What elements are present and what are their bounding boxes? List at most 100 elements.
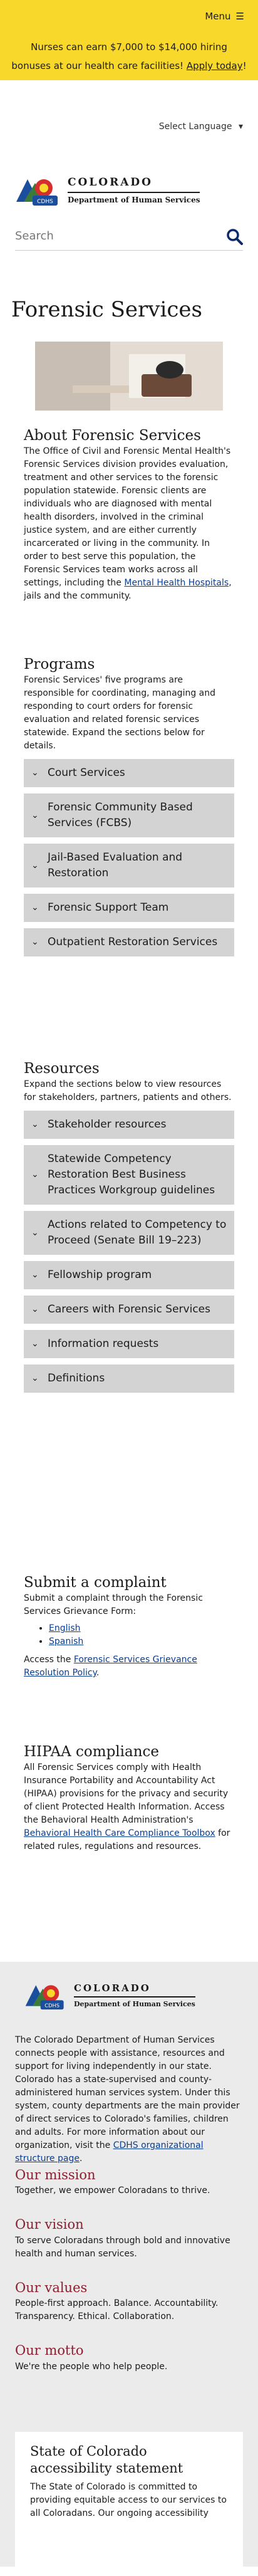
banner-tail: ! xyxy=(242,60,247,71)
vision-text: To serve Coloradans through bold and inn… xyxy=(15,2235,230,2259)
accordion-stakeholder-resources[interactable]: ⌄ Stakeholder resources xyxy=(24,1111,234,1139)
accordion-support-team[interactable]: ⌄ Forensic Support Team xyxy=(24,894,234,922)
grievance-form-links: English Spanish xyxy=(24,1622,234,1648)
accessibility-heading: State of Colorado accessibility statemen… xyxy=(30,2444,183,2476)
footer-logo-title: COLORADO xyxy=(74,1982,195,1998)
about-heading: About Forensic Services xyxy=(24,427,201,444)
banner-text: Nurses can earn $7,000 to $14,000 hiring… xyxy=(11,38,247,75)
accordion-label: Forensic Support Team xyxy=(48,901,169,914)
apply-today-link[interactable]: Apply today xyxy=(187,60,243,71)
search-input[interactable]: Search xyxy=(15,228,227,244)
hipaa-body: All Forensic Services comply with Health… xyxy=(24,1762,229,1825)
hipaa-text: All Forensic Services comply with Health… xyxy=(24,1761,234,1853)
accordion-label: Statewide Competency Restoration Best Bu… xyxy=(48,1153,215,1196)
english-form-link[interactable]: English xyxy=(49,1623,81,1633)
footer-values: Our mission Together, we empower Colorad… xyxy=(15,2165,240,2374)
values-heading: Our values xyxy=(15,2280,88,2295)
chevron-down-icon: ⌄ xyxy=(31,1270,39,1280)
logo-title: COLORADO xyxy=(68,175,200,194)
accordion-label: Court Services xyxy=(48,767,125,779)
programs-section: Programs Forensic Services' five program… xyxy=(24,655,234,956)
accessibility-card: State of Colorado accessibility statemen… xyxy=(15,2432,243,2576)
colorado-mountain-logo-icon: CDHS xyxy=(25,1985,64,2010)
chevron-down-icon: ⌄ xyxy=(31,937,39,947)
logo-wordmark: COLORADO Department of Human Services xyxy=(68,175,200,206)
menu-label: Menu xyxy=(205,11,231,22)
search-bar[interactable]: Search xyxy=(15,223,243,251)
chevron-down-icon: ⌄ xyxy=(31,1119,39,1129)
accordion-outpatient-restoration[interactable]: ⌄ Outpatient Restoration Services xyxy=(24,928,234,956)
footer-logo[interactable]: CDHS COLORADO Department of Human Servic… xyxy=(25,1981,195,2011)
programs-text: Forensic Services' five programs are res… xyxy=(24,675,216,751)
accordion-careers[interactable]: ⌄ Careers with Forensic Services xyxy=(24,1296,234,1324)
cdhs-logo[interactable]: CDHS COLORADO Department of Human Servic… xyxy=(16,174,200,207)
accordion-senate-bill[interactable]: ⌄ Actions related to Competency to Procee… xyxy=(24,1211,234,1255)
accordion-label: Outpatient Restoration Services xyxy=(48,936,218,948)
policy-text: Access the Forensic Services Grievance R… xyxy=(24,1653,234,1680)
hipaa-heading: HIPAA compliance xyxy=(24,1744,160,1760)
logo-badge: CDHS xyxy=(37,199,53,205)
footer-logo-subtitle: Department of Human Services xyxy=(74,2000,195,2009)
search-icon[interactable] xyxy=(227,228,243,245)
accessibility-text: The State of Colorado is committed to pr… xyxy=(30,2482,227,2518)
accordion-label: Actions related to Competency to Proceed… xyxy=(48,1218,227,1247)
resources-text: Expand the sections below to view resour… xyxy=(24,1079,232,1102)
policy-prefix: Access the xyxy=(24,1655,74,1665)
motto-heading: Our motto xyxy=(15,2343,84,2359)
page-title: Forensic Services xyxy=(11,297,203,322)
resources-section: Resources Expand the sections below to v… xyxy=(24,1059,234,1393)
mission-text: Together, we empower Coloradans to thriv… xyxy=(15,2186,210,2196)
about-text: The Office of Civil and Forensic Mental … xyxy=(24,445,234,603)
accordion-fellowship[interactable]: ⌄ Fellowship program xyxy=(24,1261,234,1289)
footer-description-text: The Colorado Department of Human Service… xyxy=(15,2035,240,2150)
accordion-label: Definitions xyxy=(48,1372,105,1385)
compliance-toolbox-link[interactable]: Behavioral Health Care Compliance Toolbo… xyxy=(24,1828,215,1838)
accordion-label: Jail-Based Evaluation and Restoration xyxy=(48,851,183,879)
accordion-court-services[interactable]: ⌄ Court Services xyxy=(24,759,234,787)
chevron-down-icon: ⌄ xyxy=(31,1373,39,1383)
footer-logo-wordmark: COLORADO Department of Human Services xyxy=(74,1982,195,2010)
values-text: People-first approach. Balance. Accounta… xyxy=(15,2298,219,2322)
footer-description-tail: . xyxy=(79,2154,83,2164)
accordion-information-requests[interactable]: ⌄ Information requests xyxy=(24,1330,234,1358)
mental-health-hospitals-link[interactable]: Mental Health Hospitals xyxy=(124,578,229,588)
accordion-label: Careers with Forensic Services xyxy=(48,1303,210,1316)
chevron-down-icon: ⌄ xyxy=(31,1339,39,1349)
accordion-fcbs[interactable]: ⌄ Forensic Community Based Services (FCBS… xyxy=(24,793,234,837)
colorado-mountain-logo-icon: CDHS xyxy=(16,179,58,206)
hiring-banner: Menu ☰ Nurses can earn $7,000 to $14,000… xyxy=(0,0,258,80)
accordion-label: Fellowship program xyxy=(48,1269,152,1281)
accordion-best-practices[interactable]: ⌄ Statewide Competency Restoration Best B… xyxy=(24,1145,234,1205)
language-select[interactable]: Select Language ▾ xyxy=(159,120,243,133)
hero-image xyxy=(35,342,223,411)
accordion-definitions[interactable]: ⌄ Definitions xyxy=(24,1364,234,1393)
language-label: Select Language xyxy=(158,122,232,132)
complaint-text: Submit a complaint through the Forensic … xyxy=(24,1593,203,1616)
accordion-label: Information requests xyxy=(48,1338,159,1350)
programs-heading: Programs xyxy=(24,656,95,673)
complaint-heading: Submit a complaint xyxy=(24,1574,167,1591)
motto-text: We're the people who help people. xyxy=(15,2361,168,2372)
resources-heading: Resources xyxy=(24,1060,100,1077)
hamburger-icon: ☰ xyxy=(235,11,244,22)
mission-heading: Our mission xyxy=(15,2167,96,2182)
about-section: About Forensic Services The Office of Ci… xyxy=(24,426,234,603)
footer-description: The Colorado Department of Human Service… xyxy=(15,2034,240,2165)
chevron-down-icon: ⌄ xyxy=(31,810,39,820)
vision-heading: Our vision xyxy=(15,2217,84,2233)
menu-button[interactable]: Menu ☰ xyxy=(205,10,244,24)
chevron-down-icon: ⌄ xyxy=(31,768,39,778)
accordion-label: Stakeholder resources xyxy=(48,1118,167,1131)
chevron-down-icon: ⌄ xyxy=(31,1227,39,1238)
chevron-down-icon: ⌄ xyxy=(31,1170,39,1180)
chevron-down-icon: ⌄ xyxy=(31,860,39,871)
footer-logo-badge: CDHS xyxy=(44,2002,59,2008)
hipaa-section: HIPAA compliance All Forensic Services c… xyxy=(24,1742,234,1853)
chevron-down-icon: ⌄ xyxy=(31,1304,39,1314)
chevron-down-icon: ⌄ xyxy=(31,903,39,913)
logo-subtitle: Department of Human Services xyxy=(68,196,200,205)
about-body: The Office of Civil and Forensic Mental … xyxy=(24,446,231,588)
chevron-down-icon: ▾ xyxy=(238,122,243,132)
spanish-form-link[interactable]: Spanish xyxy=(49,1636,83,1647)
accordion-jail-based[interactable]: ⌄ Jail-Based Evaluation and Restoration xyxy=(24,844,234,887)
